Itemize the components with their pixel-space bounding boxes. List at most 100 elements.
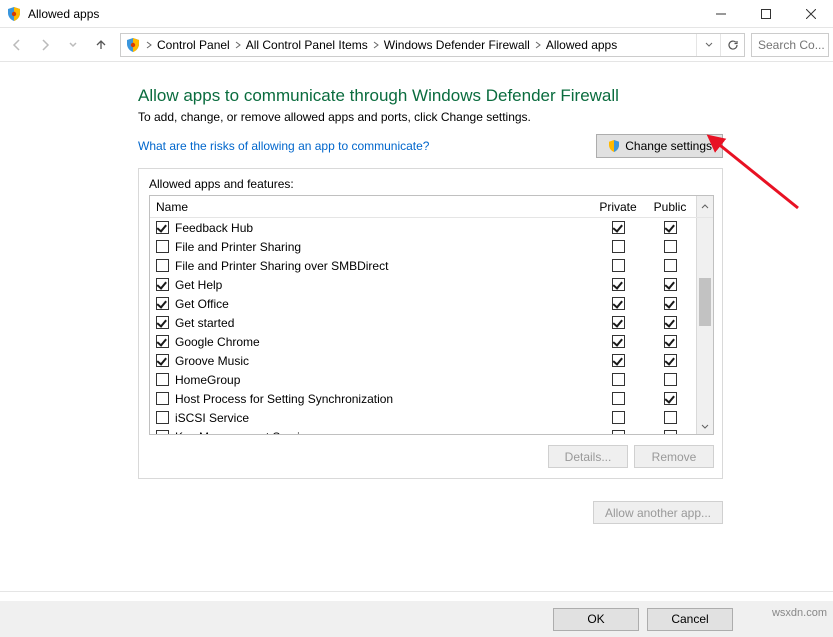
enable-checkbox[interactable] xyxy=(156,240,169,253)
enable-checkbox[interactable] xyxy=(156,221,169,234)
main-content: Allow apps to communicate through Window… xyxy=(0,62,833,489)
app-name-label: Get Office xyxy=(175,297,592,311)
forward-button[interactable] xyxy=(32,32,58,58)
public-checkbox[interactable] xyxy=(664,430,677,434)
details-button[interactable]: Details... xyxy=(548,445,628,468)
app-name-label: Groove Music xyxy=(175,354,592,368)
public-checkbox[interactable] xyxy=(664,335,677,348)
list-item[interactable]: HomeGroup xyxy=(150,370,696,389)
groupbox-label: Allowed apps and features: xyxy=(149,177,714,191)
back-button[interactable] xyxy=(4,32,30,58)
list-item[interactable]: Key Management Service xyxy=(150,427,696,434)
allow-another-app-button[interactable]: Allow another app... xyxy=(593,501,723,524)
enable-checkbox[interactable] xyxy=(156,259,169,272)
public-checkbox[interactable] xyxy=(664,240,677,253)
list-item[interactable]: Feedback Hub xyxy=(150,218,696,237)
public-checkbox[interactable] xyxy=(664,354,677,367)
app-name-label: HomeGroup xyxy=(175,373,592,387)
private-checkbox[interactable] xyxy=(612,297,625,310)
scrollbar-thumb[interactable] xyxy=(699,278,711,326)
app-name-label: Key Management Service xyxy=(175,430,592,435)
public-checkbox[interactable] xyxy=(664,278,677,291)
app-name-label: File and Printer Sharing xyxy=(175,240,592,254)
maximize-button[interactable] xyxy=(743,0,788,28)
private-checkbox[interactable] xyxy=(612,335,625,348)
close-button[interactable] xyxy=(788,0,833,28)
enable-checkbox[interactable] xyxy=(156,297,169,310)
ok-button[interactable]: OK xyxy=(553,608,639,631)
remove-button[interactable]: Remove xyxy=(634,445,714,468)
private-checkbox[interactable] xyxy=(612,259,625,272)
cancel-button[interactable]: Cancel xyxy=(647,608,733,631)
public-checkbox[interactable] xyxy=(664,316,677,329)
column-public[interactable]: Public xyxy=(644,200,696,214)
change-settings-button[interactable]: Change settings xyxy=(596,134,723,158)
public-checkbox[interactable] xyxy=(664,259,677,272)
private-checkbox[interactable] xyxy=(612,240,625,253)
column-name[interactable]: Name xyxy=(150,200,592,214)
address-bar[interactable]: Control Panel All Control Panel Items Wi… xyxy=(120,33,745,57)
chevron-right-icon[interactable] xyxy=(534,41,542,49)
apps-list: Name Private Public Feedback Hub File and… xyxy=(149,195,714,435)
public-checkbox[interactable] xyxy=(664,297,677,310)
firewall-shield-icon xyxy=(6,6,22,22)
enable-checkbox[interactable] xyxy=(156,411,169,424)
breadcrumb[interactable]: Windows Defender Firewall xyxy=(384,38,530,52)
dialog-footer: OK Cancel xyxy=(0,601,833,637)
list-item[interactable]: Host Process for Setting Synchronization xyxy=(150,389,696,408)
search-field[interactable] xyxy=(756,37,828,53)
list-item[interactable]: File and Printer Sharing xyxy=(150,237,696,256)
search-input[interactable] xyxy=(751,33,829,57)
private-checkbox[interactable] xyxy=(612,411,625,424)
up-button[interactable] xyxy=(88,32,114,58)
scroll-up-button[interactable] xyxy=(696,196,713,217)
scroll-down-button[interactable] xyxy=(697,417,713,434)
private-checkbox[interactable] xyxy=(612,373,625,386)
refresh-button[interactable] xyxy=(720,34,744,56)
breadcrumb[interactable]: All Control Panel Items xyxy=(246,38,368,52)
change-settings-label: Change settings xyxy=(625,139,712,153)
private-checkbox[interactable] xyxy=(612,392,625,405)
list-item[interactable]: File and Printer Sharing over SMBDirect xyxy=(150,256,696,275)
firewall-shield-icon xyxy=(125,37,141,53)
list-item[interactable]: Get Office xyxy=(150,294,696,313)
list-item[interactable]: Groove Music xyxy=(150,351,696,370)
chevron-right-icon[interactable] xyxy=(234,41,242,49)
enable-checkbox[interactable] xyxy=(156,278,169,291)
enable-checkbox[interactable] xyxy=(156,392,169,405)
chevron-right-icon[interactable] xyxy=(145,41,153,49)
public-checkbox[interactable] xyxy=(664,373,677,386)
list-item[interactable]: iSCSI Service xyxy=(150,408,696,427)
column-private[interactable]: Private xyxy=(592,200,644,214)
uac-shield-icon xyxy=(607,139,621,153)
chevron-right-icon[interactable] xyxy=(372,41,380,49)
enable-checkbox[interactable] xyxy=(156,335,169,348)
private-checkbox[interactable] xyxy=(612,316,625,329)
enable-checkbox[interactable] xyxy=(156,430,169,434)
app-name-label: Get Help xyxy=(175,278,592,292)
enable-checkbox[interactable] xyxy=(156,316,169,329)
risk-link[interactable]: What are the risks of allowing an app to… xyxy=(138,139,429,153)
app-name-label: Google Chrome xyxy=(175,335,592,349)
page-subtitle: To add, change, or remove allowed apps a… xyxy=(138,110,723,124)
private-checkbox[interactable] xyxy=(612,430,625,434)
breadcrumb[interactable]: Allowed apps xyxy=(546,38,617,52)
recent-dropdown-icon[interactable] xyxy=(60,32,86,58)
list-header: Name Private Public xyxy=(150,196,713,218)
list-item[interactable]: Get Help xyxy=(150,275,696,294)
breadcrumb[interactable]: Control Panel xyxy=(157,38,230,52)
list-item[interactable]: Google Chrome xyxy=(150,332,696,351)
private-checkbox[interactable] xyxy=(612,354,625,367)
minimize-button[interactable] xyxy=(698,0,743,28)
list-item[interactable]: Get started xyxy=(150,313,696,332)
public-checkbox[interactable] xyxy=(664,411,677,424)
history-dropdown-icon[interactable] xyxy=(696,34,720,56)
private-checkbox[interactable] xyxy=(612,278,625,291)
public-checkbox[interactable] xyxy=(664,392,677,405)
enable-checkbox[interactable] xyxy=(156,373,169,386)
public-checkbox[interactable] xyxy=(664,221,677,234)
vertical-scrollbar[interactable] xyxy=(696,218,713,434)
allowed-apps-groupbox: Allowed apps and features: Name Private … xyxy=(138,168,723,479)
enable-checkbox[interactable] xyxy=(156,354,169,367)
private-checkbox[interactable] xyxy=(612,221,625,234)
